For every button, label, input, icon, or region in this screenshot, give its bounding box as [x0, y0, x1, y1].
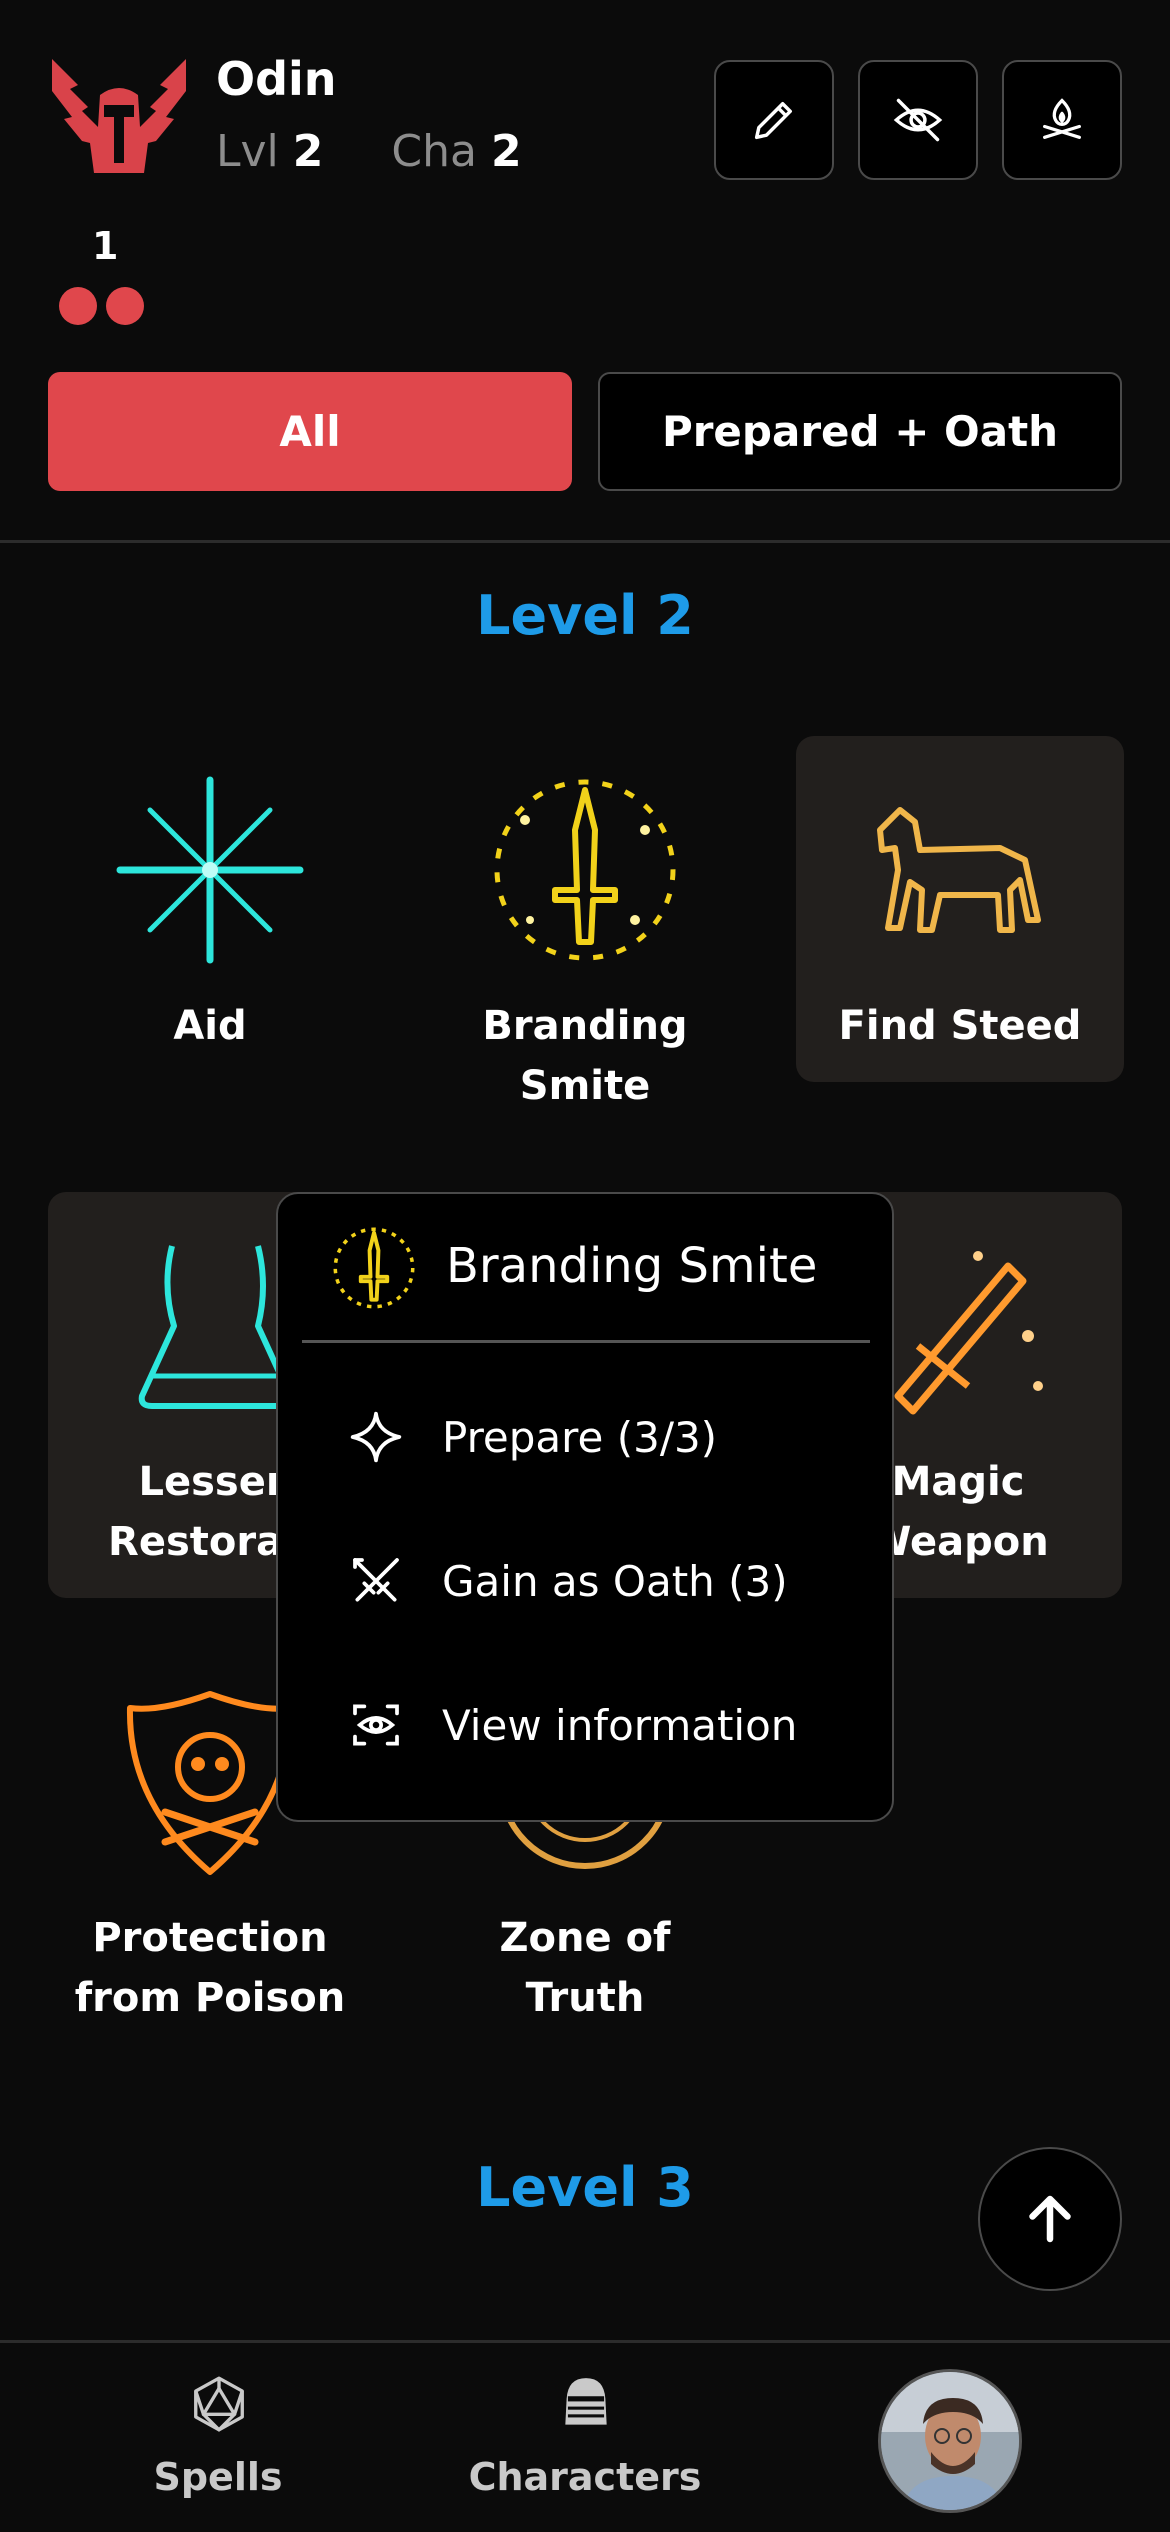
spell-slot-dot	[59, 287, 97, 325]
spell-slot-dot	[106, 287, 144, 325]
spell-name: Aid	[173, 1003, 247, 1049]
sparkle-icon	[350, 1411, 402, 1463]
crossed-swords-icon	[353, 1558, 399, 1602]
context-menu-header: Branding Smite	[278, 1194, 892, 1342]
character-header: Odin Lvl 2 Cha 2 1 All Prepared + Oath	[0, 0, 1170, 540]
character-stats: Lvl 2 Cha 2	[216, 126, 522, 177]
aid-icon	[116, 776, 304, 964]
pencil-icon	[754, 102, 792, 140]
spell-context-menu: Branding Smite Prepare (3/3) Gain as Oat…	[276, 1192, 894, 1822]
spell-name: Find Steed	[838, 1003, 1082, 1049]
eye-scan-icon	[353, 1704, 399, 1746]
cha-value: 2	[490, 126, 522, 177]
nav-characters[interactable]: Characters	[435, 2343, 735, 2532]
scroll-to-top-button[interactable]	[978, 2147, 1122, 2291]
context-menu-divider	[302, 1340, 870, 1343]
level-2-title: Level 2	[476, 584, 694, 647]
eye-off-icon	[893, 98, 943, 142]
d20-dice-icon	[194, 2376, 244, 2432]
bottom-navigation: Spells Characters	[0, 2340, 1170, 2532]
cha-label: Cha	[391, 126, 477, 177]
context-menu-title: Branding Smite	[446, 1238, 818, 1294]
user-avatar[interactable]	[878, 2369, 1022, 2513]
rest-button[interactable]	[1002, 60, 1122, 180]
branding-smite-icon	[494, 779, 676, 961]
edit-button[interactable]	[714, 60, 834, 180]
spell-name: Branding Smite	[482, 1003, 688, 1109]
helmet-logo-icon	[52, 59, 186, 173]
avatar-photo	[881, 2372, 1019, 2510]
filter-prepared-oath-button[interactable]: Prepared + Oath	[598, 372, 1122, 491]
spell-card-find-steed[interactable]: Find Steed	[796, 736, 1124, 1082]
filter-all-button[interactable]: All	[48, 372, 572, 491]
prepare-menu-item[interactable]: Prepare (3/3)	[348, 1392, 868, 1482]
spell-card-aid[interactable]: Aid	[46, 736, 374, 1096]
spell-name: Protection from Poison	[74, 1915, 346, 2021]
hide-button[interactable]	[858, 60, 978, 180]
find-steed-icon	[877, 807, 1041, 933]
view-information-menu-item[interactable]: View information	[348, 1680, 868, 1770]
header-divider	[0, 540, 1170, 543]
campfire-icon	[1043, 98, 1081, 139]
level-value: 2	[292, 126, 324, 177]
character-name: Odin	[216, 52, 337, 106]
knight-helmet-icon	[565, 2378, 607, 2425]
nav-characters-label: Characters	[468, 2455, 702, 2499]
branding-smite-icon	[333, 1227, 415, 1309]
level-label: Lvl	[216, 126, 279, 177]
arrow-up-icon	[1029, 2195, 1071, 2243]
nav-spells-label: Spells	[153, 2455, 283, 2499]
spell-name: Zone of Truth	[499, 1915, 671, 2021]
nav-spells[interactable]: Spells	[68, 2343, 368, 2532]
spell-slot-count: 1	[92, 224, 119, 268]
gain-as-oath-menu-item[interactable]: Gain as Oath (3)	[348, 1536, 868, 1626]
spell-card-branding-smite[interactable]: Branding Smite	[421, 736, 749, 1116]
